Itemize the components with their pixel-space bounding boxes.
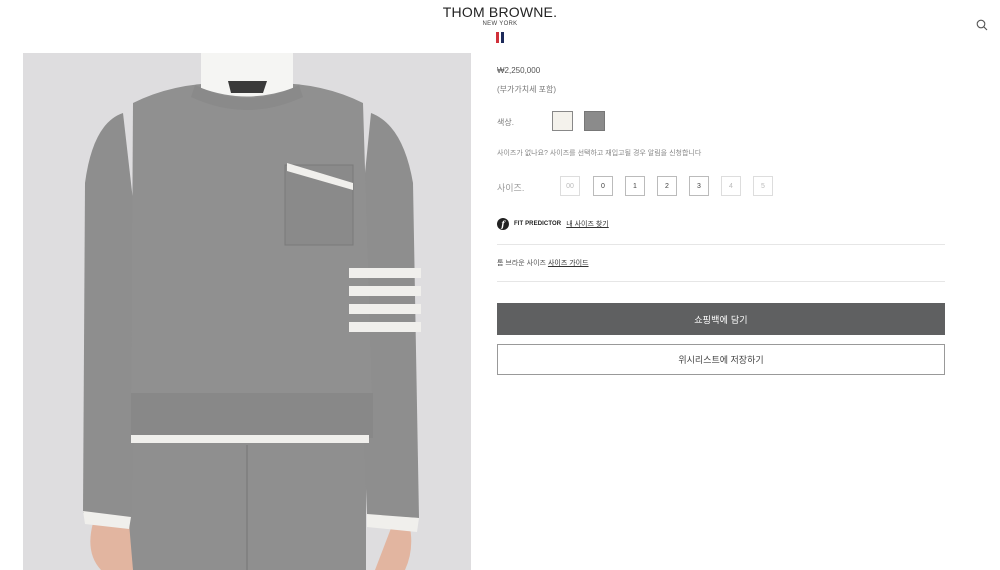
- fit-predictor: f FIT PREDICTOR 내 사이즈 찾기: [497, 218, 609, 230]
- add-to-bag-button[interactable]: 쇼핑백에 담기: [497, 303, 945, 335]
- divider: [497, 244, 945, 245]
- product-price: ₩2,250,000: [497, 66, 541, 75]
- add-to-wishlist-button[interactable]: 위시리스트에 저장하기: [497, 344, 945, 375]
- find-my-size-link[interactable]: 내 사이즈 찾기: [566, 219, 609, 229]
- size-option-0[interactable]: 0: [593, 176, 613, 196]
- divider: [497, 281, 945, 282]
- size-option-4[interactable]: 4: [721, 176, 741, 196]
- brand-subtitle: NEW YORK: [482, 21, 518, 27]
- size-option-2[interactable]: 2: [657, 176, 677, 196]
- size-guide-row: 톰 브라운 사이즈 사이즈 가이드: [497, 258, 589, 268]
- size-option-3[interactable]: 3: [689, 176, 709, 196]
- color-swatch-grey[interactable]: [584, 111, 605, 131]
- size-notify-text: 사이즈가 없나요? 사이즈를 선택하고 재입고될 경우 알림을 신청합니다: [497, 150, 702, 157]
- fit-predictor-brand: FIT PREDICTOR: [514, 221, 562, 227]
- color-label: 색상.: [497, 118, 514, 127]
- size-option-5[interactable]: 5: [753, 176, 773, 196]
- vat-note: (부가가치세 포함): [497, 85, 557, 94]
- product-image[interactable]: [23, 53, 471, 570]
- search-icon[interactable]: [976, 19, 988, 31]
- site-header: THOM BROWNE. NEW YORK 매장: [0, 0, 1000, 50]
- fit-predictor-icon: f: [497, 218, 509, 230]
- header-utilities: 매장: [976, 17, 1000, 32]
- size-guide-text: 톰 브라운 사이즈: [497, 260, 546, 267]
- size-label: 사이즈.: [497, 183, 525, 193]
- brand-name: THOM BROWNE.: [442, 4, 558, 20]
- color-swatch-white[interactable]: [552, 111, 573, 131]
- size-guide-link[interactable]: 사이즈 가이드: [548, 260, 589, 267]
- size-option-00[interactable]: 00: [560, 176, 580, 196]
- flag-icon: [496, 32, 504, 43]
- size-option-1[interactable]: 1: [625, 176, 645, 196]
- brand-logo[interactable]: THOM BROWNE. NEW YORK: [0, 4, 1000, 48]
